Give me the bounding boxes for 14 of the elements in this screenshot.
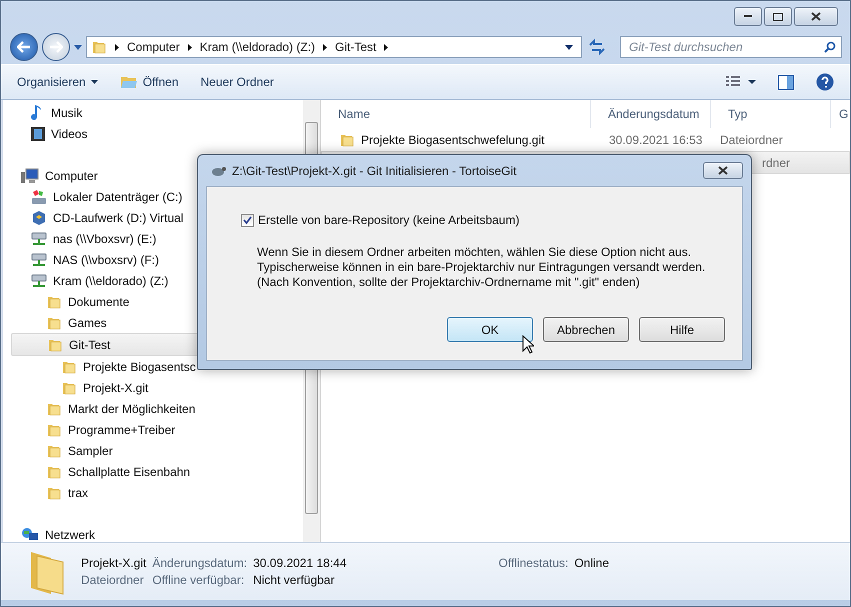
field-label: Offlinestatus: [498, 556, 568, 570]
type-cell: Dateiordner [720, 132, 783, 146]
dialog-title: Z:\Git-Test\Projekt-X.git - Git Initialisieren - TortoiseGit [232, 164, 518, 178]
type-cell: rdner [762, 156, 790, 170]
file-type: Dateiordner [81, 573, 145, 587]
field-value: 30.09.2021 18:44 [253, 556, 347, 570]
date-cell: 30.09.2021 16:53 [609, 132, 702, 146]
field-label: Änderungsdatum: [152, 556, 248, 570]
field-value: Nicht verfügbar [253, 573, 336, 587]
file-name: Projekte Biogasentschwefelung.git [361, 132, 544, 146]
description-text: Wenn Sie in diesem Ordner arbeiten möchten, wählen Sie diese Option nicht aus. Typischerweise können in ein bare-Projektarchiv nur Eintragungen versandt werden. (Nach Konvention, sollte der Projektarchiv-Ordnername mit ".git" enden) [257, 245, 706, 290]
file-name: Projekt-X.git [81, 556, 146, 570]
field-value: Online [574, 556, 610, 570]
field-label: Offline verfügbar: [152, 573, 246, 587]
